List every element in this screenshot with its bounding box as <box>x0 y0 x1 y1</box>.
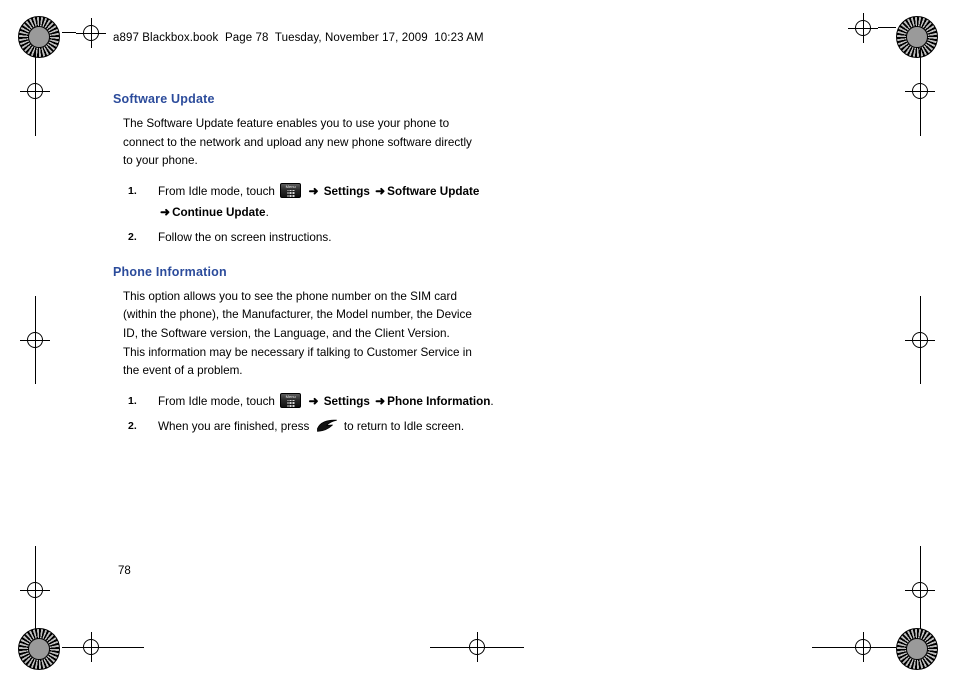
step-bold-settings: Settings <box>323 394 370 408</box>
arrow-icon: ➜ <box>308 183 319 198</box>
trim-line-bottom-right-h <box>812 647 848 648</box>
step-list-phone-information: 1. From Idle mode, touch Menu ➜ Settings… <box>113 391 533 437</box>
document-body: Software Update The Software Update feat… <box>113 92 533 441</box>
document-header: a897 Blackbox.book Page 78 Tuesday, Nove… <box>113 32 484 44</box>
registration-cross-top-left <box>76 18 106 48</box>
registration-cross-top-right <box>848 13 878 43</box>
trim-line-left-v2 <box>35 106 36 136</box>
registration-cross-bottom-center <box>462 632 492 662</box>
step-text-pre: When you are finished, press <box>158 419 310 433</box>
trim-line-right-v2 <box>920 106 921 136</box>
trim-line-right-mid-v <box>920 296 921 325</box>
step-bold-software-update: Software Update <box>387 184 480 198</box>
step-number: 1. <box>128 184 137 197</box>
registration-ball-bottom-left <box>18 628 60 670</box>
step-text-post: to return to Idle screen. <box>343 419 465 433</box>
step-item: 1. From Idle mode, touch Menu ➜ Settings… <box>113 181 533 223</box>
menu-key-grid <box>287 399 295 407</box>
step-item: 1. From Idle mode, touch Menu ➜ Settings… <box>113 391 533 412</box>
step-text-post: . <box>265 205 269 219</box>
trim-line-left-mid-v2 <box>35 355 36 384</box>
trim-line-bottom-center-h2 <box>492 647 524 648</box>
trim-line-left-low-v <box>35 546 36 575</box>
registration-cross-right-middle <box>905 325 935 355</box>
registration-ball-top-left <box>18 16 60 58</box>
trim-line-bottom-right-h2 <box>878 647 896 648</box>
trim-line-top-right-h <box>878 27 896 28</box>
step-list-software-update: 1. From Idle mode, touch Menu ➜ Settings… <box>113 181 533 248</box>
step-text-pre: From Idle mode, touch <box>158 184 275 198</box>
trim-line-right-low-v <box>920 546 921 575</box>
document-page: a897 Blackbox.book Page 78 Tuesday, Nove… <box>0 0 954 682</box>
page-number: 78 <box>118 565 131 577</box>
step-number: 2. <box>128 419 137 432</box>
registration-cross-bottom-left <box>76 632 106 662</box>
arrow-icon: ➜ <box>308 393 319 408</box>
trim-line-left-mid-v <box>35 296 36 325</box>
step-bold-phone-information: Phone Information <box>387 394 491 408</box>
registration-ball-bottom-right <box>896 628 938 670</box>
registration-cross-left-middle <box>20 325 50 355</box>
trim-line-left-low-v2 <box>35 605 36 629</box>
menu-key-icon: Menu <box>280 392 302 408</box>
registration-cross-bottom-right <box>848 632 878 662</box>
registration-ball-top-right <box>896 16 938 58</box>
step-bold-settings: Settings <box>323 184 370 198</box>
menu-key-grid <box>287 189 295 197</box>
trim-line-top-left-h <box>62 32 76 33</box>
registration-cross-right-upper <box>905 76 935 106</box>
menu-key-icon: Menu <box>280 182 302 198</box>
trim-line-bottom-left-h <box>62 647 76 648</box>
registration-cross-left-lower <box>20 575 50 605</box>
step-text-pre: From Idle mode, touch <box>158 394 275 408</box>
menu-key-caption: Menu <box>285 183 296 189</box>
step-bold-continue-update: Continue Update <box>172 205 266 219</box>
section-heading-software-update: Software Update <box>113 92 215 106</box>
section-paragraph-software-update: The Software Update feature enables you … <box>123 117 472 168</box>
trim-line-bottom-center-h <box>430 647 462 648</box>
registration-cross-left-upper <box>20 76 50 106</box>
trim-line-bottom-left-h2 <box>106 647 144 648</box>
arrow-icon: ➜ <box>375 393 386 408</box>
trim-line-right-mid-v2 <box>920 355 921 384</box>
step-number: 1. <box>128 394 137 407</box>
step-item: 2. Follow the on screen instructions. <box>113 227 533 248</box>
end-call-key-icon <box>316 418 338 433</box>
arrow-icon: ➜ <box>160 204 171 219</box>
trim-line-right-v <box>920 48 921 76</box>
trim-line-right-low-v2 <box>920 605 921 629</box>
section-heading-phone-information: Phone Information <box>113 264 227 279</box>
arrow-icon: ➜ <box>375 183 386 198</box>
registration-cross-right-lower <box>905 575 935 605</box>
menu-key-caption: Menu <box>285 393 296 399</box>
step-text: Follow the on screen instructions. <box>158 230 332 244</box>
trim-line-left-v <box>35 48 36 76</box>
step-number: 2. <box>128 230 137 243</box>
section-paragraph-phone-information: This option allows you to see the phone … <box>123 289 472 378</box>
step-text-post: . <box>490 394 494 408</box>
step-item: 2. When you are finished, press to retur… <box>113 416 533 437</box>
